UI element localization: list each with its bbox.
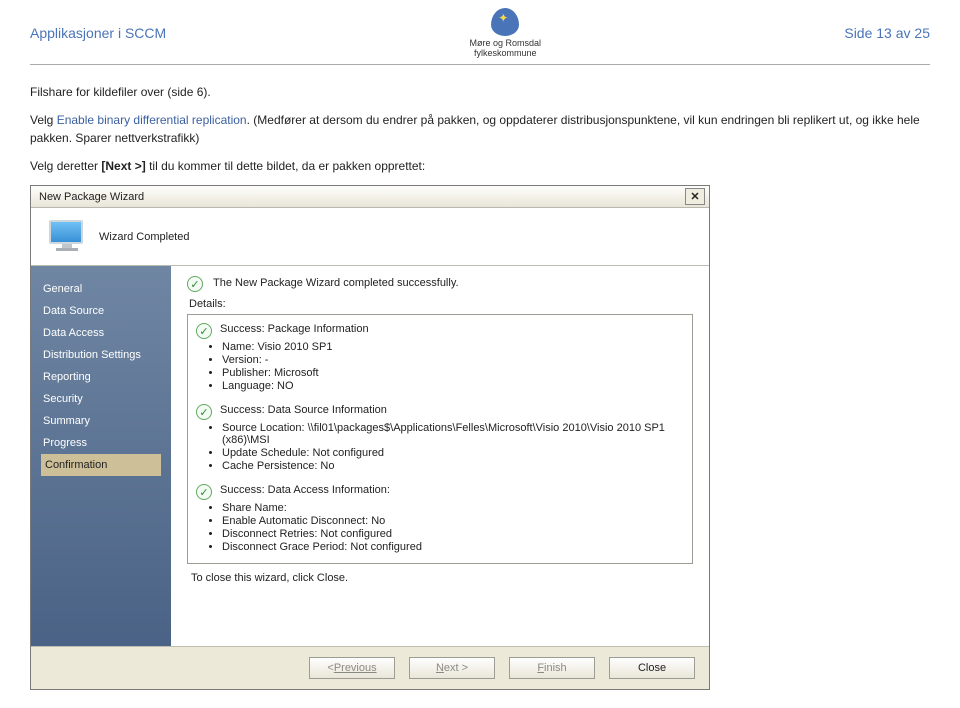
detail-item: Disconnect Retries: Not configured xyxy=(222,528,686,540)
detail-item: Language: NO xyxy=(222,380,686,392)
logo-caption: Møre og Romsdal fylkeskommune xyxy=(470,38,542,58)
previous-button: < Previous xyxy=(309,657,395,679)
page-header: Applikasjoner i SCCM Møre og Romsdal fyl… xyxy=(30,8,930,65)
detail-item: Cache Persistence: No xyxy=(222,460,686,472)
success-message: The New Package Wizard completed success… xyxy=(213,274,459,289)
success-check-icon: ✓ xyxy=(187,276,203,292)
detail-item: Disconnect Grace Period: Not configured xyxy=(222,541,686,553)
detail-section-title: Success: Data Access Information: xyxy=(220,482,390,496)
close-button[interactable]: ✕ xyxy=(685,188,705,205)
sidebar-item-progress[interactable]: Progress xyxy=(41,432,161,454)
detail-item: Publisher: Microsoft xyxy=(222,367,686,379)
close-hint: To close this wizard, click Close. xyxy=(191,572,693,584)
sidebar-item-security[interactable]: Security xyxy=(41,388,161,410)
next-bracket: [Next >] xyxy=(101,159,145,173)
detail-item: Enable Automatic Disconnect: No xyxy=(222,515,686,527)
detail-item: Name: Visio 2010 SP1 xyxy=(222,341,686,353)
sidebar-item-general[interactable]: General xyxy=(41,278,161,300)
sidebar-item-confirmation[interactable]: Confirmation xyxy=(41,454,161,476)
detail-section-title: Success: Data Source Information xyxy=(220,402,387,416)
finish-button: Finish xyxy=(509,657,595,679)
close-icon: ✕ xyxy=(690,190,699,203)
success-check-icon: ✓ xyxy=(196,323,212,339)
intro-line-1: Filshare for kildefiler over (side 6). xyxy=(30,83,930,101)
wizard-main: ✓ The New Package Wizard completed succe… xyxy=(171,266,709,646)
window-title: New Package Wizard xyxy=(39,191,144,203)
detail-section-title: Success: Package Information xyxy=(220,321,369,335)
details-label: Details: xyxy=(189,298,693,310)
detail-item: Update Schedule: Not configured xyxy=(222,447,686,459)
detail-item: Source Location: \\fil01\packages$\Appli… xyxy=(222,422,686,446)
new-package-wizard-window: New Package Wizard ✕ Wizard Completed Ge… xyxy=(30,185,710,690)
details-box[interactable]: ✓ Success: Package Information Name: Visio… xyxy=(187,314,693,564)
detail-item: Share Name: xyxy=(222,502,686,514)
monitor-icon xyxy=(49,220,85,254)
county-logo-icon xyxy=(491,8,519,36)
header-center: Møre og Romsdal fylkeskommune xyxy=(470,8,542,58)
intro-line-2: Velg Enable binary differential replicat… xyxy=(30,111,930,147)
sidebar-item-summary[interactable]: Summary xyxy=(41,410,161,432)
next-button: Next > xyxy=(409,657,495,679)
success-check-icon: ✓ xyxy=(196,404,212,420)
wizard-sidebar: GeneralData SourceData AccessDistributio… xyxy=(31,266,171,646)
header-right: Side 13 av 25 xyxy=(844,25,930,41)
sidebar-item-reporting[interactable]: Reporting xyxy=(41,366,161,388)
wizard-header: Wizard Completed xyxy=(31,208,709,266)
wizard-buttons: < Previous Next > Finish Close xyxy=(31,646,709,689)
sidebar-item-data-source[interactable]: Data Source xyxy=(41,300,161,322)
sidebar-item-distribution-settings[interactable]: Distribution Settings xyxy=(41,344,161,366)
wizard-header-title: Wizard Completed xyxy=(99,231,189,243)
sidebar-item-data-access[interactable]: Data Access xyxy=(41,322,161,344)
intro-line-3: Velg deretter [Next >] til du kommer til… xyxy=(30,157,930,175)
close-wizard-button[interactable]: Close xyxy=(609,657,695,679)
titlebar[interactable]: New Package Wizard ✕ xyxy=(31,186,709,208)
header-left: Applikasjoner i SCCM xyxy=(30,25,166,41)
success-check-icon: ✓ xyxy=(196,484,212,500)
detail-item: Version: - xyxy=(222,354,686,366)
option-name: Enable binary differential replication xyxy=(57,113,247,127)
